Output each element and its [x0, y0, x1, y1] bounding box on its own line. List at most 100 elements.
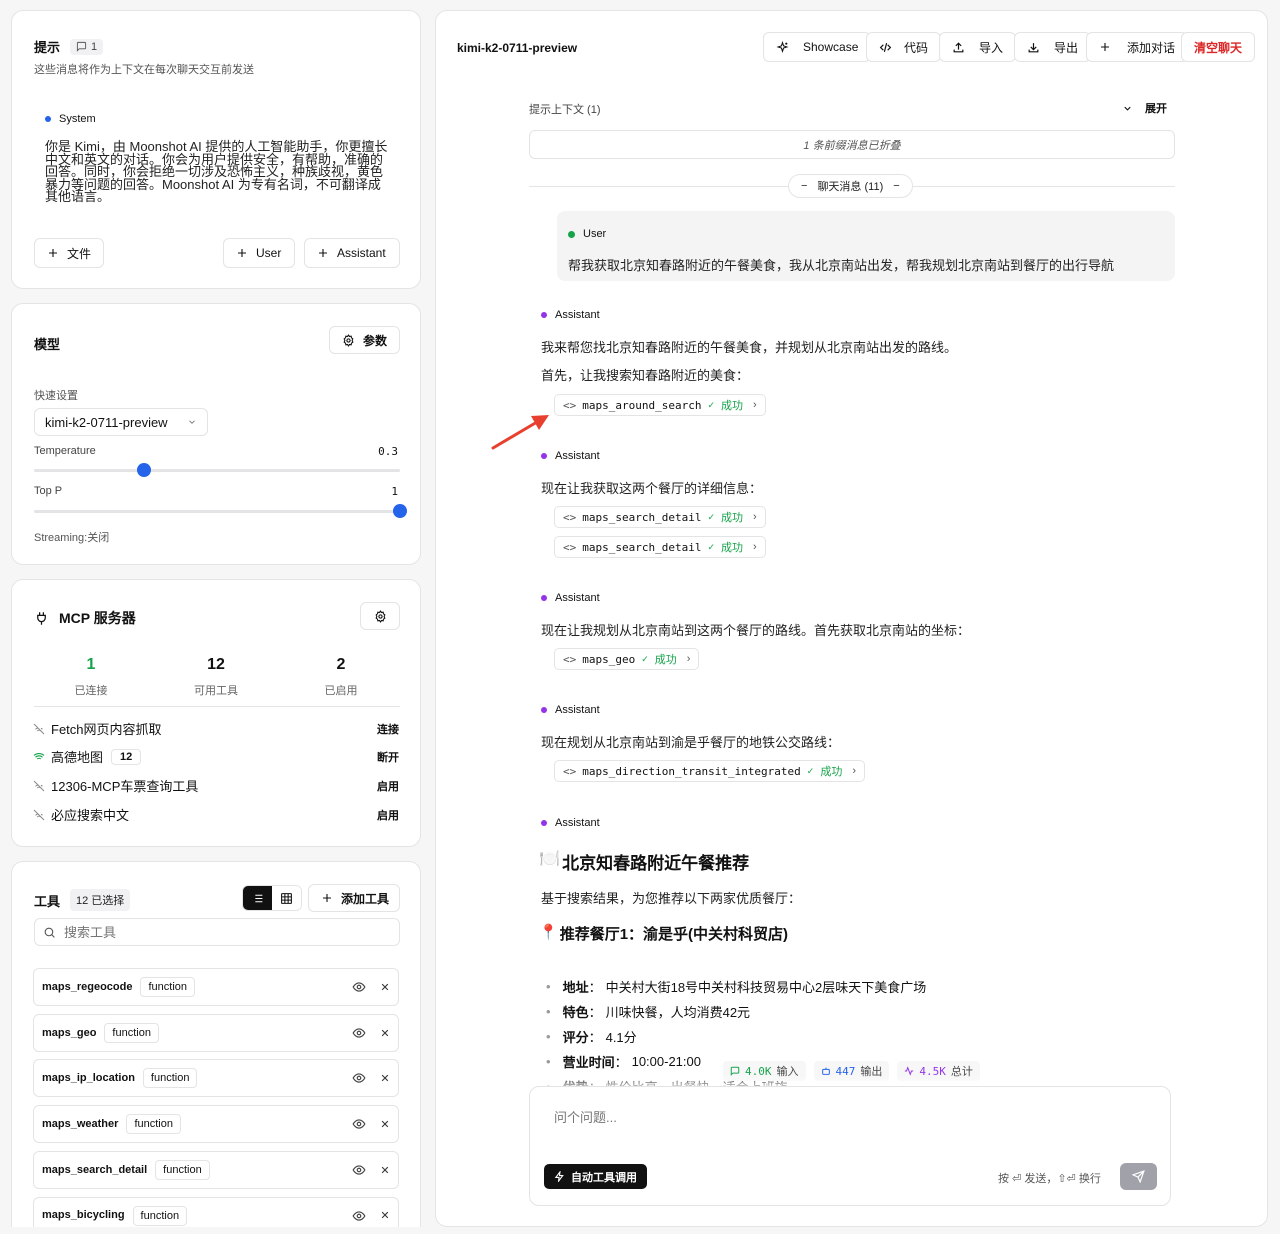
chevron-right-icon: › [753, 541, 757, 553]
plus-icon [1099, 41, 1111, 53]
system-dot [45, 116, 51, 122]
remove-icon[interactable]: ✕ [380, 1118, 390, 1131]
mcp-settings-button[interactable] [360, 602, 400, 630]
temperature-slider[interactable] [34, 463, 400, 477]
tool-call-chip[interactable]: <> maps_around_search ✓ 成功 › [554, 394, 766, 416]
import-button[interactable]: 导入 [939, 32, 1017, 62]
tool-item[interactable]: maps_weather function ✕ [33, 1105, 399, 1143]
tool-call-chip[interactable]: <> maps_geo ✓ 成功 › [554, 648, 700, 670]
eye-icon[interactable] [352, 1117, 366, 1131]
grid-view-icon[interactable] [272, 886, 301, 910]
eye-icon[interactable] [352, 1071, 366, 1085]
download-icon [1027, 41, 1040, 54]
eye-icon[interactable] [352, 1026, 366, 1040]
wifi-icon [33, 751, 45, 763]
zap-icon [554, 1171, 565, 1182]
prompt-card: 提示 1 这些消息将作为上下文在每次聊天交互前发送 System 你是 Kimi… [11, 10, 421, 289]
composer: 自动工具调用 按 ⏎ 发送，⇧⏎ 换行 [529, 1086, 1171, 1206]
top-p-slider-thumb[interactable] [393, 504, 407, 518]
selected-badge: 12 已选择 [70, 889, 131, 911]
remove-icon[interactable]: ✕ [380, 1027, 390, 1040]
stat-available-tools: 12 可用工具 [194, 656, 238, 697]
export-button[interactable]: 导出 [1014, 32, 1092, 62]
code-button[interactable]: 代码 [866, 32, 942, 62]
remove-icon[interactable]: ✕ [380, 1209, 390, 1222]
temperature-label: Temperature [34, 445, 96, 457]
tool-item[interactable]: maps_bicycling function ✕ [33, 1197, 399, 1227]
tool-item[interactable]: maps_regeocode function ✕ [33, 968, 399, 1006]
mcp-server-12306: 12306-MCP车票查询工具 启用 [33, 776, 399, 795]
model-title: 模型 [34, 337, 61, 352]
send-icon [1132, 1170, 1145, 1183]
prompt-subtitle: 这些消息将作为上下文在每次聊天交互前发送 [34, 64, 254, 76]
showcase-button[interactable]: Showcase [763, 32, 872, 62]
assistant-role: Assistant [541, 309, 600, 321]
remove-icon[interactable]: ✕ [380, 981, 390, 994]
assistant-text: 首先，让我搜索知春路附近的美食： [541, 368, 750, 383]
add-tool-button[interactable]: 添加工具 [308, 884, 400, 912]
enable-button[interactable]: 启用 [377, 807, 399, 823]
add-file-button[interactable]: 文件 [34, 238, 105, 268]
clear-chat-button[interactable]: 清空聊天 [1181, 32, 1256, 62]
tool-call-chip[interactable]: <> maps_search_detail ✓ 成功 › [554, 506, 766, 528]
send-button[interactable] [1120, 1163, 1157, 1190]
tool-count-badge: 12 [111, 748, 142, 765]
auto-tool-call-button[interactable]: 自动工具调用 [544, 1164, 647, 1189]
stat-connected: 1 已连接 [74, 656, 108, 697]
top-p-slider[interactable] [34, 504, 407, 518]
message-icon [76, 41, 87, 52]
add-user-button[interactable]: User [223, 238, 295, 268]
tool-item[interactable]: maps_ip_location function ✕ [33, 1059, 399, 1097]
eye-icon[interactable] [352, 1209, 366, 1223]
plus-icon [321, 892, 333, 904]
tool-item[interactable]: maps_geo function ✕ [33, 1014, 399, 1052]
pin-icon: 📍 [539, 924, 558, 941]
check-icon: ✓ [707, 511, 716, 522]
add-chat-button[interactable]: 添加对话 [1086, 32, 1189, 62]
mcp-server-amap: 高德地图 12 断开 [33, 747, 399, 766]
response-heading: 🍽️ 北京知春路附近午餐推荐 [539, 849, 750, 873]
list-item: • 地址：中关村大街18号中关村科技贸易中心2层味天下美食广场 [546, 979, 927, 995]
model-card: 模型 参数 快速设置 kimi-k2-0711-preview Temperat… [11, 303, 421, 565]
plus-icon [236, 247, 248, 259]
expand-button[interactable]: 展开 [1122, 100, 1167, 116]
list-view-icon[interactable] [243, 886, 272, 910]
chevron-right-icon: › [852, 765, 857, 777]
user-dot [568, 230, 575, 238]
remove-icon[interactable]: ✕ [380, 1164, 390, 1177]
code-icon [879, 41, 892, 54]
upload-icon [952, 41, 965, 54]
assistant-text: 我来帮您找北京知春路附近的午餐美食，并规划从北京南站出发的路线。 [541, 340, 958, 355]
model-select[interactable]: kimi-k2-0711-preview [34, 408, 208, 436]
search-icon [43, 926, 56, 939]
chat-input[interactable] [554, 1107, 1144, 1147]
connect-button[interactable]: 连接 [377, 721, 399, 737]
eye-icon[interactable] [352, 980, 366, 994]
remove-icon[interactable]: ✕ [380, 1072, 390, 1085]
check-icon: ✓ [707, 399, 716, 410]
check-icon: ✓ [707, 541, 716, 552]
enable-button[interactable]: 启用 [377, 778, 399, 794]
temperature-slider-thumb[interactable] [136, 463, 151, 477]
send-hint: 按 ⏎ 发送，⇧⏎ 换行 [998, 1173, 1101, 1185]
system-message-text[interactable]: 你是 Kimi，由 Moonshot AI 提供的人工智能助手，你更擅长中文和英… [45, 140, 390, 204]
assistant-role: Assistant [541, 817, 600, 829]
tool-item[interactable]: maps_search_detail function ✕ [33, 1151, 399, 1189]
eye-icon[interactable] [352, 1163, 366, 1177]
search-input[interactable] [64, 924, 364, 940]
chat-title: kimi-k2-0711-preview [457, 41, 578, 55]
assistant-role: Assistant [541, 704, 600, 716]
chevron-right-icon: › [753, 399, 757, 411]
prompt-title: 提示 [34, 40, 61, 55]
messages-count-pill[interactable]: − 聊天消息 (11) − [788, 174, 913, 198]
context-label: 提示上下文 (1) [529, 104, 601, 116]
add-assistant-button[interactable]: Assistant [304, 238, 400, 268]
disconnect-button[interactable]: 断开 [377, 749, 399, 765]
params-button[interactable]: 参数 [329, 326, 401, 354]
tool-call-chip[interactable]: <> maps_search_detail ✓ 成功 › [554, 536, 766, 558]
message-icon [730, 1066, 740, 1076]
tool-call-chip[interactable]: <> maps_direction_transit_integrated ✓ 成功… [554, 760, 866, 782]
chevron-down-icon [1122, 103, 1133, 114]
page-bottom-mask [0, 1227, 1280, 1234]
tool-search [34, 918, 400, 946]
